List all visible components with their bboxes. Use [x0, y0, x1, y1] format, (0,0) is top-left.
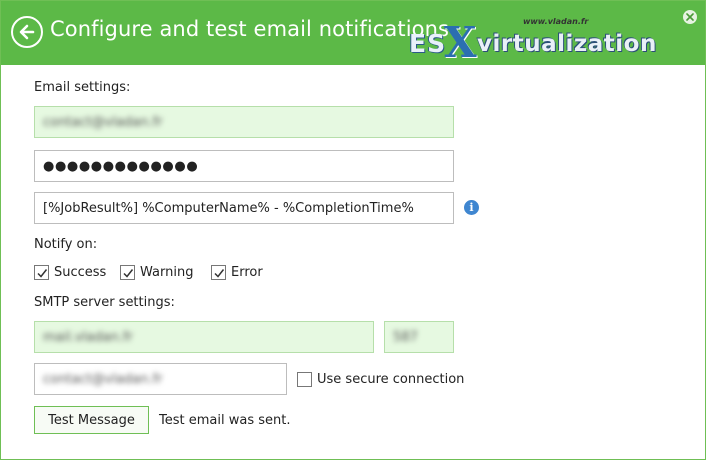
- checkmark-icon: [36, 268, 47, 278]
- subject-input[interactable]: [%JobResult%] %ComputerName% - %Completi…: [34, 192, 454, 224]
- test-message-button[interactable]: Test Message: [34, 406, 149, 434]
- success-checkbox[interactable]: Success: [34, 265, 106, 280]
- warning-checkbox[interactable]: Warning: [120, 265, 193, 280]
- error-checkbox[interactable]: Error: [211, 265, 263, 280]
- smtp-settings-label: SMTP server settings:: [34, 295, 175, 310]
- close-button[interactable]: [683, 10, 697, 24]
- test-status-text: Test email was sent.: [159, 413, 291, 428]
- smtp-server-input[interactable]: mail.vladan.fr: [34, 321, 374, 353]
- back-arrow-icon: [19, 24, 35, 40]
- watermark-tagline: www.vladan.fr: [523, 17, 589, 26]
- checkmark-icon: [122, 268, 133, 278]
- title-bar: Configure and test email notifications w…: [1, 1, 705, 67]
- watermark-logo: www.vladan.fr ES X virtualization: [405, 17, 657, 67]
- error-checkbox-box[interactable]: [211, 265, 226, 280]
- back-button[interactable]: [11, 16, 43, 48]
- watermark-brand-x: X: [444, 18, 477, 67]
- smtp-server-value: mail.vladan.fr: [43, 329, 133, 345]
- smtp-username-input[interactable]: contact@vladan.fr: [34, 363, 287, 395]
- subject-value: [%JobResult%] %ComputerName% - %Completi…: [43, 200, 414, 216]
- email-address-value: contact@vladan.fr: [43, 114, 163, 130]
- success-checkbox-box[interactable]: [34, 265, 49, 280]
- warning-checkbox-box[interactable]: [120, 265, 135, 280]
- password-value: ●●●●●●●●●●●●●: [43, 158, 199, 174]
- checkmark-icon: [213, 268, 224, 278]
- secure-connection-checkbox-box[interactable]: [297, 372, 312, 387]
- smtp-port-value: 587: [393, 329, 418, 345]
- notify-on-label: Notify on:: [34, 237, 98, 252]
- info-icon[interactable]: i: [464, 200, 479, 215]
- password-input[interactable]: ●●●●●●●●●●●●●: [34, 150, 454, 182]
- smtp-port-input[interactable]: 587: [384, 321, 454, 353]
- warning-checkbox-label: Warning: [140, 265, 194, 280]
- error-checkbox-label: Error: [231, 265, 263, 280]
- watermark-brand-left: ES: [409, 29, 447, 58]
- secure-connection-checkbox[interactable]: Use secure connection: [297, 372, 464, 387]
- email-address-input[interactable]: contact@vladan.fr: [34, 106, 454, 138]
- email-settings-label: Email settings:: [34, 80, 131, 95]
- success-checkbox-label: Success: [54, 265, 107, 280]
- secure-connection-label: Use secure connection: [317, 372, 465, 387]
- dialog-title: Configure and test email notifications: [50, 17, 450, 41]
- smtp-username-value: contact@vladan.fr: [43, 371, 163, 387]
- watermark-brand-right: virtualization: [477, 31, 657, 57]
- dialog-window: Configure and test email notifications w…: [0, 0, 706, 460]
- close-icon: [686, 13, 694, 21]
